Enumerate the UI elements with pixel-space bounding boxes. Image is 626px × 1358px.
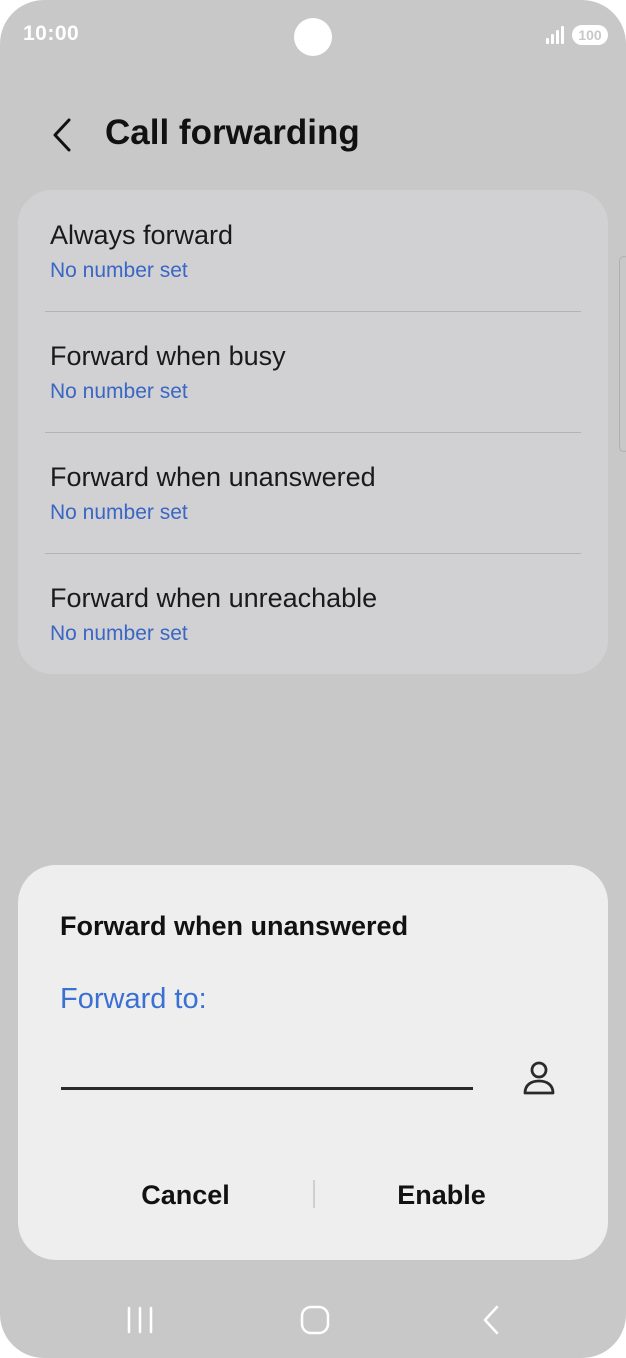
list-item-forward-when-unreachable[interactable]: Forward when unreachable No number set: [18, 553, 608, 674]
signal-strength-icon: [546, 26, 564, 44]
contact-person-icon: [523, 1061, 555, 1095]
list-item-forward-when-unanswered[interactable]: Forward when unanswered No number set: [18, 432, 608, 553]
back-icon: [483, 1305, 499, 1335]
list-item-subtitle: No number set: [50, 501, 188, 524]
list-item-always-forward[interactable]: Always forward No number set: [18, 190, 608, 311]
list-item-subtitle: No number set: [50, 259, 188, 282]
list-item-title: Forward when busy: [50, 341, 286, 371]
list-item-subtitle: No number set: [50, 380, 188, 403]
status-time: 10:00: [23, 22, 80, 45]
cancel-button[interactable]: Cancel: [58, 1165, 313, 1225]
forwarding-options-card: Always forward No number set Forward whe…: [18, 190, 608, 674]
page-title: Call forwarding: [105, 113, 360, 152]
front-camera-cutout: [294, 18, 332, 56]
nav-back-button[interactable]: [466, 1295, 516, 1345]
back-button[interactable]: [40, 110, 84, 160]
battery-icon: 100: [572, 25, 608, 45]
home-icon: [300, 1305, 330, 1335]
chevron-left-icon: [53, 118, 71, 152]
contacts-button[interactable]: [516, 1055, 562, 1101]
recents-icon: [127, 1306, 153, 1334]
list-item-forward-when-busy[interactable]: Forward when busy No number set: [18, 311, 608, 432]
list-item-title: Forward when unanswered: [50, 462, 376, 492]
recents-button[interactable]: [115, 1295, 165, 1345]
phone-screen: 10:00 100 Call forwarding Always forward…: [0, 0, 626, 1358]
dialog-title: Forward when unanswered: [60, 911, 409, 941]
forward-number-dialog: Forward when unanswered Forward to: Canc…: [18, 865, 608, 1260]
home-button[interactable]: [290, 1295, 340, 1345]
forward-to-label: Forward to:: [60, 983, 207, 1015]
list-item-title: Always forward: [50, 220, 234, 250]
enable-button[interactable]: Enable: [314, 1165, 569, 1225]
list-item-title: Forward when unreachable: [50, 583, 378, 613]
scrollbar[interactable]: [619, 256, 626, 452]
list-item-subtitle: No number set: [50, 622, 188, 645]
forward-number-input[interactable]: [61, 1045, 473, 1090]
